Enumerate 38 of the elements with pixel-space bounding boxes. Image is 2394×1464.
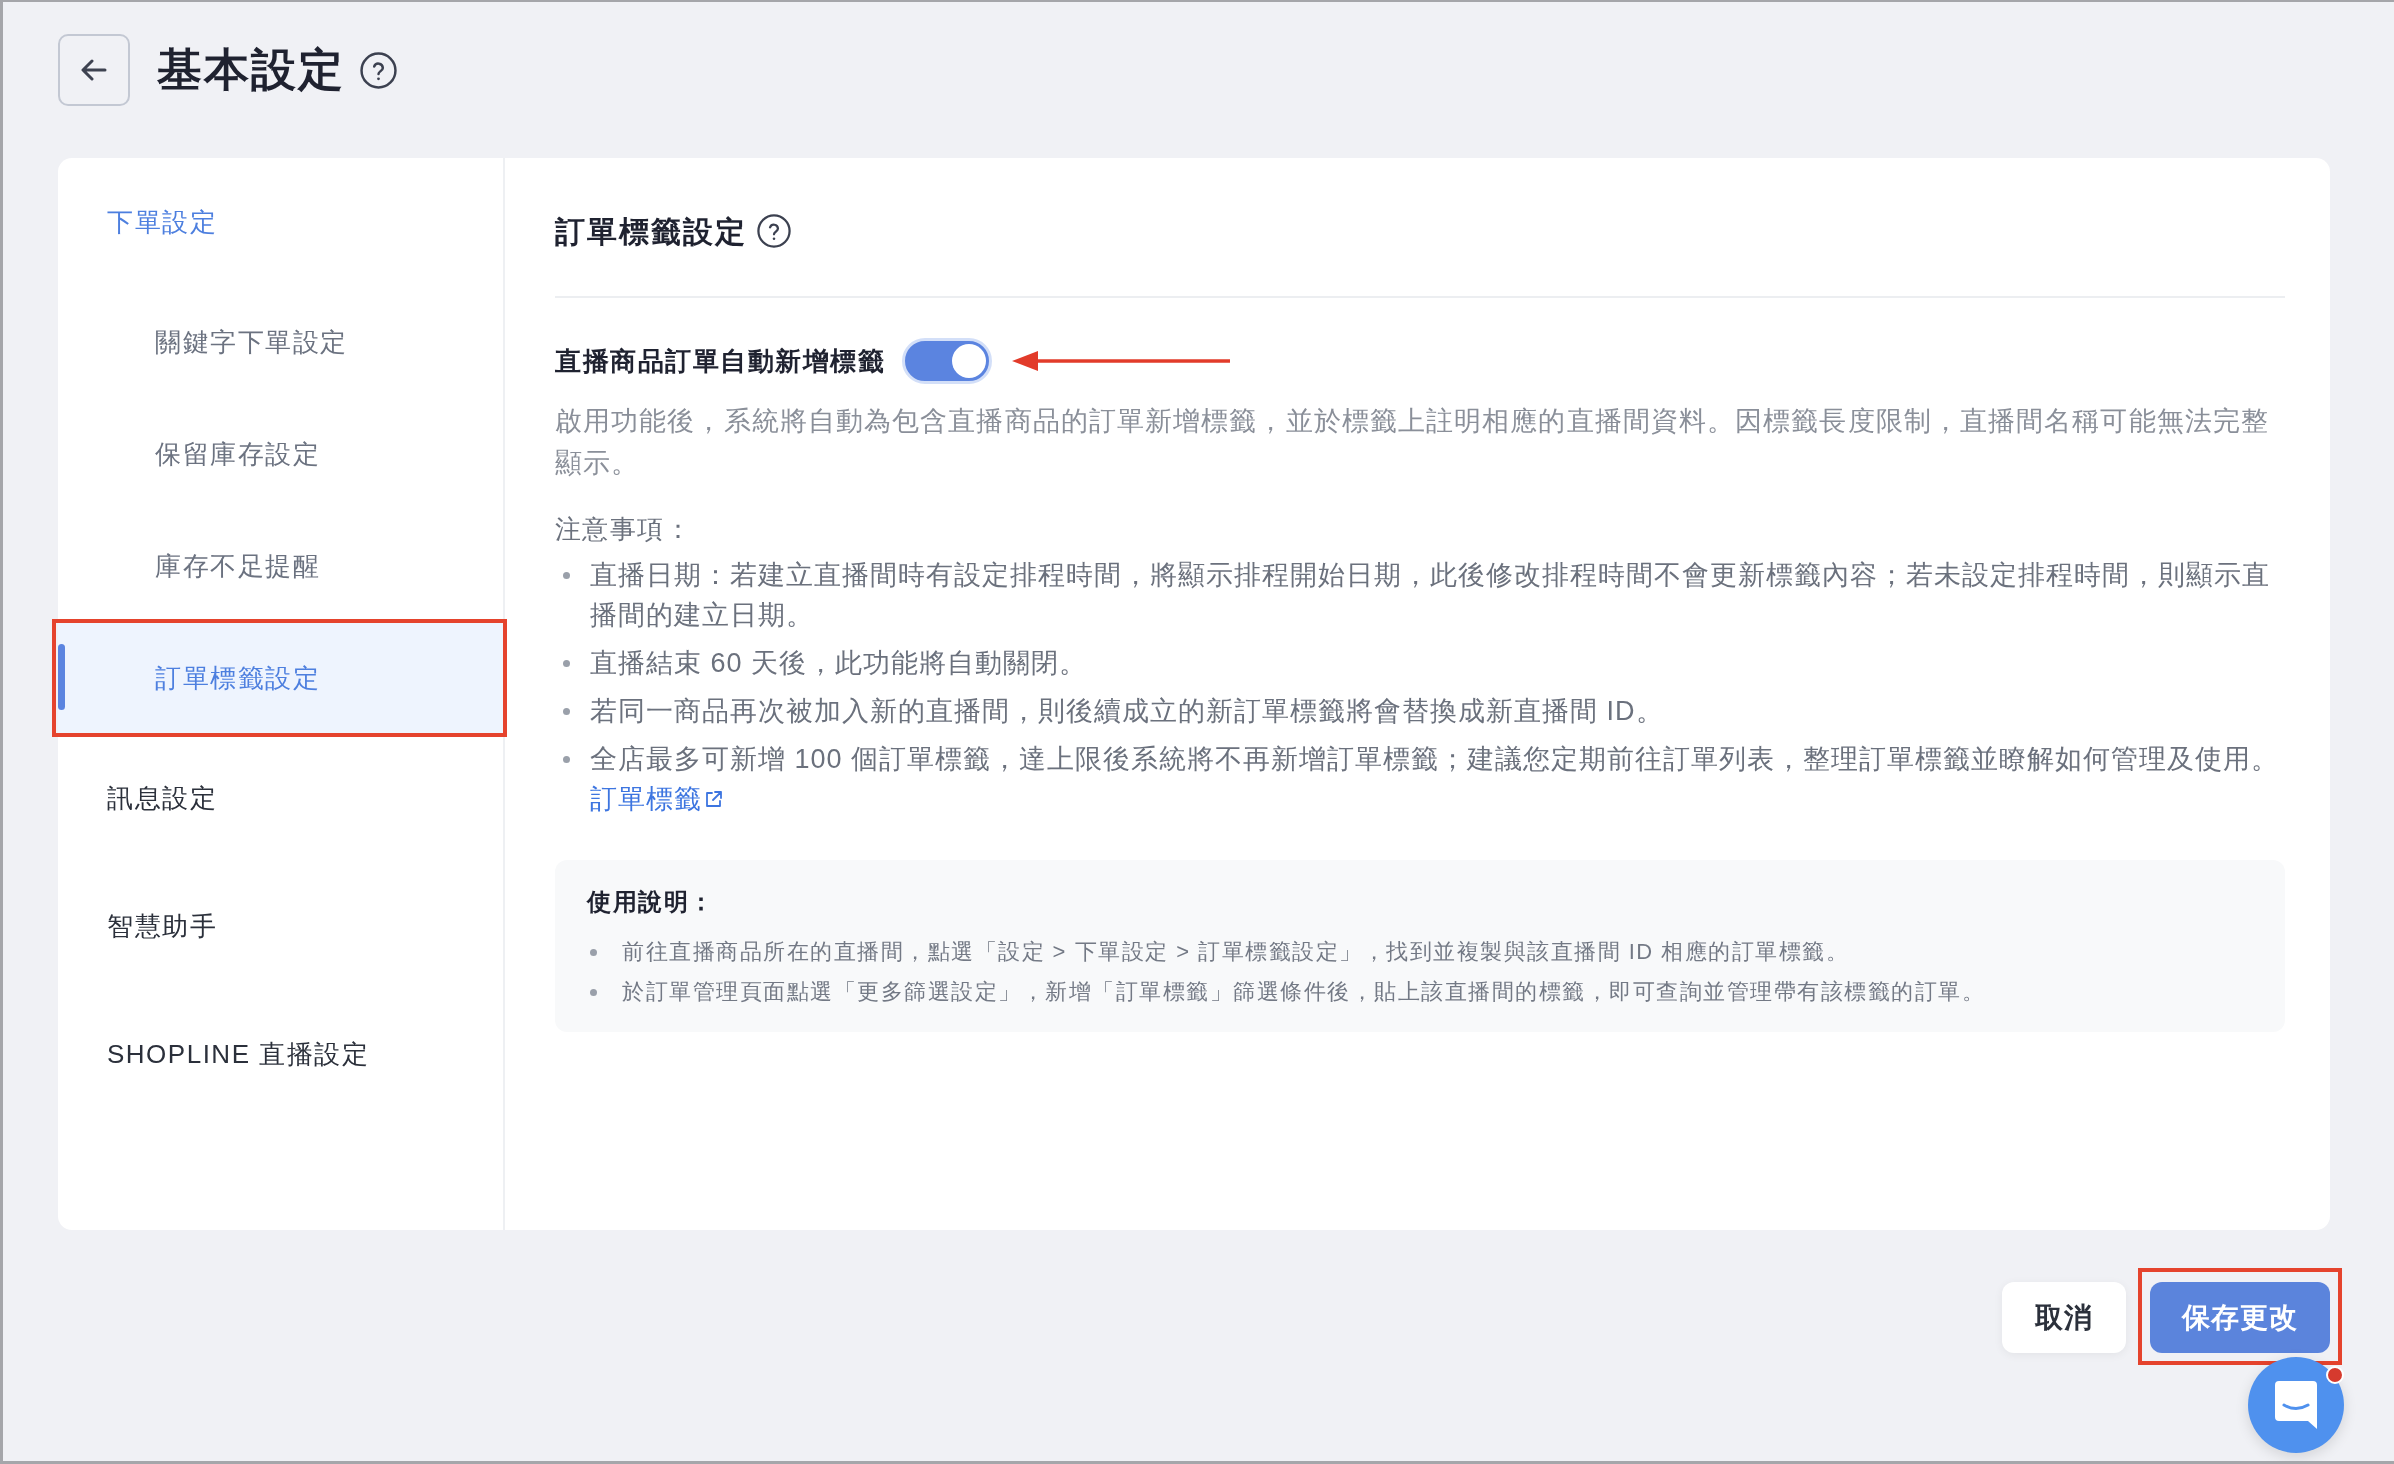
note-text: 直播結束 60 天後，此功能將自動關閉。	[590, 647, 1088, 680]
bullet-icon	[590, 948, 597, 956]
bullet-icon	[590, 988, 597, 996]
bullet-icon	[563, 707, 570, 715]
usage-text: 前往直播商品所在的直播間，點選「設定 > 下單設定 > 訂單標籤設定」，找到並複製與該直播間 ID 相應的訂單標籤。	[622, 938, 1850, 966]
notes-heading: 注意事項：	[555, 513, 693, 546]
description-text: 啟用功能後，系統將自動為包含直播商品的訂單新增標籤，並於標籤上註明相應的直播間資料。因標籤長度限制，直播間名稱可能無法完整顯示。	[555, 405, 2271, 480]
back-button[interactable]	[58, 34, 130, 106]
sidebar-item[interactable]: 訊息設定	[58, 734, 503, 862]
sidebar-item[interactable]: 關鍵字下單設定	[58, 286, 503, 398]
usage-heading: 使用說明：	[587, 887, 716, 917]
help-icon[interactable]	[757, 214, 791, 248]
note-text: 全店最多可新增 100 個訂單標籤，達上限後系統將不再新增訂單標籤；建議您定期前往訂單列表，整理訂單標籤並瞭解如何管理及使用。 訂單標籤	[590, 739, 2285, 819]
toggle-switch[interactable]	[902, 338, 992, 384]
sidebar-item[interactable]: 智慧助手	[58, 862, 503, 990]
cancel-button[interactable]: 取消	[2002, 1282, 2126, 1353]
note-text: 直播日期：若建立直播間時有設定排程時間，將顯示排程開始日期，此後修改排程時間不會更新標籤內容；若未設定排程時間，則顯示直播間的建立日期。	[590, 559, 2271, 632]
sidebar-item[interactable]: 訂單標籤設定	[58, 622, 503, 734]
back-arrow-icon	[81, 59, 107, 81]
toggle-label: 直播商品訂單自動新增標籤	[555, 344, 885, 378]
chat-bubble-icon	[2275, 1381, 2317, 1429]
bullet-icon	[563, 571, 570, 579]
bullet-icon	[563, 659, 570, 667]
sidebar-item[interactable]: 保留庫存設定	[58, 398, 503, 510]
save-button[interactable]: 保存更改	[2150, 1282, 2330, 1353]
note-text: 若同一商品再次被加入新的直播間，則後續成立的新訂單標籤將會替換成新直播間 ID。	[590, 695, 1664, 728]
sidebar-item[interactable]: 庫存不足提醒	[58, 510, 503, 622]
bullet-icon	[563, 755, 570, 763]
active-indicator-icon	[58, 644, 65, 710]
sidebar-item[interactable]: SHOPLINE 直播設定	[58, 990, 503, 1118]
tag-link[interactable]: 訂單標籤	[590, 779, 722, 819]
sidebar-item[interactable]: 下單設定	[58, 158, 503, 286]
section-title: 訂單標籤設定	[555, 213, 747, 250]
toggle-knob-icon	[952, 344, 986, 378]
help-icon[interactable]	[360, 51, 397, 89]
usage-text: 於訂單管理頁面點選「更多篩選設定」，新增「訂單標籤」篩選條件後，貼上該直播間的標籤，即可查詢並管理帶有該標籤的訂單。	[622, 978, 1985, 1006]
page-title: 基本設定	[157, 43, 345, 98]
external-link-icon	[705, 790, 722, 808]
